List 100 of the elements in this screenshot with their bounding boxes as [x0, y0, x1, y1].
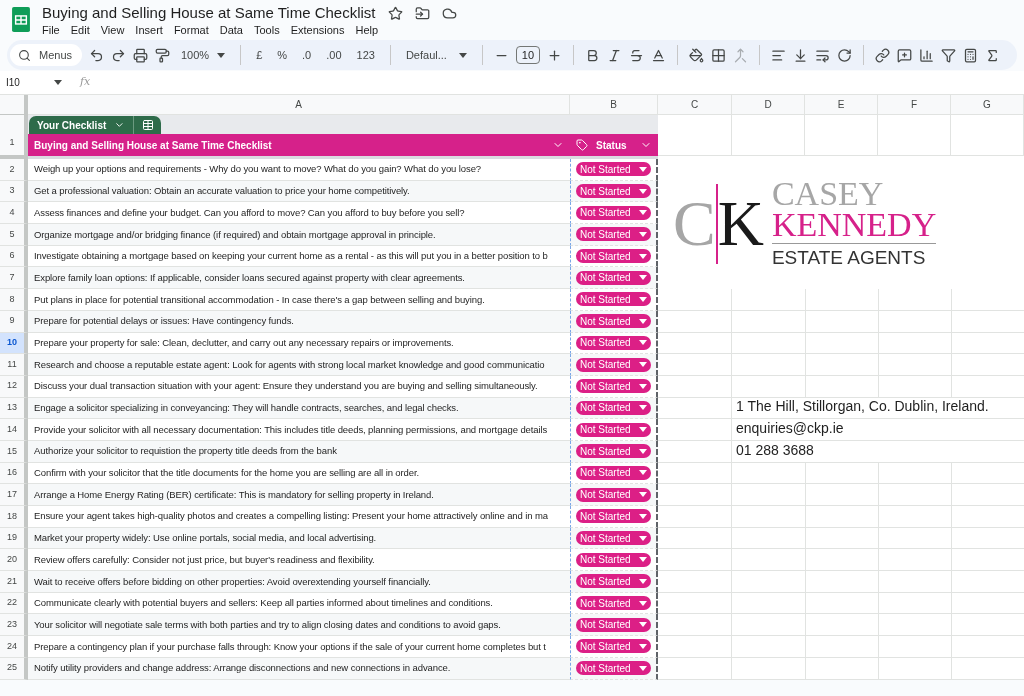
- empty-cell[interactable]: [732, 115, 805, 156]
- empty-cell[interactable]: [805, 462, 878, 485]
- empty-cell[interactable]: [951, 636, 1024, 658]
- menu-item[interactable]: Data: [219, 22, 243, 39]
- chart-icon[interactable]: [919, 47, 935, 63]
- row-number[interactable]: 2: [0, 159, 28, 181]
- menus-search[interactable]: Menus: [10, 44, 82, 66]
- status-dropdown[interactable]: Not Started: [576, 270, 651, 285]
- empty-cell[interactable]: [878, 462, 951, 485]
- star-icon[interactable]: [387, 5, 403, 21]
- zoom-dropdown[interactable]: 100%: [177, 46, 230, 64]
- status-dropdown[interactable]: Not Started: [576, 184, 651, 199]
- fill-color-icon[interactable]: [689, 47, 705, 63]
- empty-cell[interactable]: [878, 310, 951, 333]
- status-dropdown[interactable]: Not Started: [576, 314, 651, 329]
- empty-cell[interactable]: [951, 571, 1024, 593]
- empty-cell[interactable]: [951, 549, 1024, 572]
- status-dropdown[interactable]: Not Started: [576, 162, 651, 177]
- empty-cell[interactable]: [951, 115, 1024, 156]
- table-column-header[interactable]: Status: [570, 134, 658, 156]
- cloud-icon[interactable]: [441, 5, 457, 21]
- row-number[interactable]: 22: [0, 592, 28, 615]
- status-dropdown[interactable]: Not Started: [576, 249, 651, 264]
- strikethrough-icon[interactable]: [629, 47, 645, 63]
- row-number[interactable]: 20: [0, 549, 28, 572]
- empty-cell[interactable]: [805, 115, 878, 156]
- status-dropdown[interactable]: Not Started: [576, 596, 651, 611]
- menu-item[interactable]: Format: [173, 22, 209, 39]
- empty-cell[interactable]: [805, 657, 878, 680]
- row-number[interactable]: 9: [0, 310, 28, 333]
- empty-cell[interactable]: [805, 571, 878, 593]
- table-name-tab[interactable]: Your Checklist: [29, 116, 133, 134]
- folder-icon[interactable]: [414, 5, 430, 21]
- row-number[interactable]: 13: [0, 397, 28, 420]
- link-icon[interactable]: [875, 47, 891, 63]
- empty-cell[interactable]: [805, 614, 878, 637]
- row-number[interactable]: 23: [0, 614, 28, 637]
- row-number[interactable]: 25: [0, 657, 28, 680]
- row-number[interactable]: 14: [0, 419, 28, 441]
- empty-cell[interactable]: [805, 636, 878, 658]
- status-dropdown[interactable]: Not Started: [576, 465, 651, 480]
- empty-cell[interactable]: [951, 462, 1024, 485]
- italic-icon[interactable]: [607, 47, 623, 63]
- column-header[interactable]: F: [878, 95, 951, 115]
- empty-cell[interactable]: [951, 354, 1024, 376]
- empty-cell[interactable]: [878, 592, 951, 615]
- empty-cell[interactable]: [805, 354, 878, 376]
- row-number[interactable]: 15: [0, 440, 28, 463]
- empty-cell[interactable]: [878, 506, 951, 528]
- percent-button[interactable]: %: [273, 46, 292, 64]
- empty-cell[interactable]: [805, 527, 878, 550]
- column-header[interactable]: G: [951, 95, 1024, 115]
- empty-cell[interactable]: [878, 332, 951, 355]
- row-number[interactable]: 16: [0, 462, 28, 485]
- empty-cell[interactable]: [878, 375, 951, 398]
- row-number[interactable]: 10: [0, 332, 28, 355]
- sheets-logo-icon[interactable]: [12, 7, 30, 32]
- align-icon[interactable]: [771, 47, 787, 63]
- row-number[interactable]: 12: [0, 375, 28, 398]
- empty-cell[interactable]: [951, 375, 1024, 398]
- row-number[interactable]: 1: [0, 115, 28, 156]
- status-dropdown[interactable]: Not Started: [576, 552, 651, 567]
- menu-item[interactable]: View: [100, 22, 125, 39]
- empty-cell[interactable]: [878, 484, 951, 506]
- menu-item[interactable]: Insert: [135, 22, 163, 39]
- empty-cell[interactable]: [951, 484, 1024, 506]
- empty-cell[interactable]: [805, 332, 878, 355]
- empty-cell[interactable]: [878, 115, 951, 156]
- menu-item[interactable]: Help: [355, 22, 379, 39]
- menu-item[interactable]: Edit: [70, 22, 90, 39]
- text-color-icon[interactable]: [651, 47, 667, 63]
- row-number[interactable]: 19: [0, 527, 28, 550]
- empty-cell[interactable]: [878, 549, 951, 572]
- row-number[interactable]: 4: [0, 202, 28, 225]
- empty-cell[interactable]: [805, 484, 878, 506]
- decrease-decimal-button[interactable]: .0: [298, 46, 316, 64]
- row-number[interactable]: 11: [0, 354, 28, 376]
- row-number[interactable]: 6: [0, 245, 28, 268]
- status-dropdown[interactable]: Not Started: [576, 227, 651, 242]
- menu-item[interactable]: Extensions: [290, 22, 345, 39]
- menu-item[interactable]: Tools: [253, 22, 280, 39]
- plus-icon[interactable]: [547, 47, 563, 63]
- table-column-header[interactable]: Buying and Selling House at Same Time Checklist: [28, 134, 570, 156]
- redo-icon[interactable]: [111, 47, 126, 63]
- status-dropdown[interactable]: Not Started: [576, 487, 651, 502]
- status-dropdown[interactable]: Not Started: [576, 444, 651, 459]
- row-number[interactable]: 17: [0, 484, 28, 506]
- row-number[interactable]: 24: [0, 636, 28, 658]
- column-header[interactable]: D: [732, 95, 805, 115]
- empty-cell[interactable]: [878, 354, 951, 376]
- status-dropdown[interactable]: Not Started: [576, 205, 651, 220]
- print-icon[interactable]: [133, 47, 148, 63]
- increase-decimal-button[interactable]: .00: [322, 46, 346, 64]
- status-dropdown[interactable]: Not Started: [576, 531, 651, 546]
- empty-cell[interactable]: [805, 506, 878, 528]
- empty-cell[interactable]: [878, 571, 951, 593]
- empty-cell[interactable]: [951, 657, 1024, 680]
- row-number[interactable]: 18: [0, 506, 28, 528]
- empty-cell[interactable]: [878, 527, 951, 550]
- empty-cell[interactable]: [805, 592, 878, 615]
